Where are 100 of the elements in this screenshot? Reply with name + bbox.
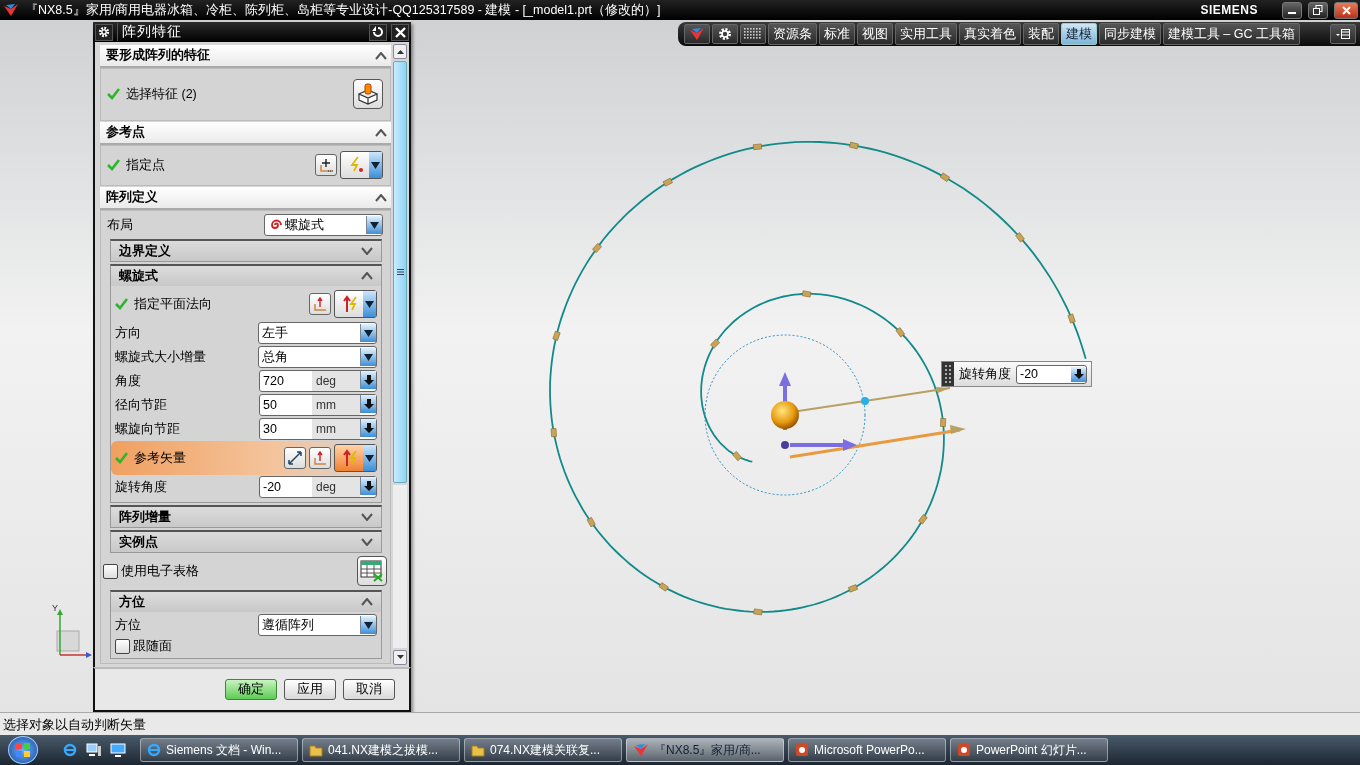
browser-icon: [63, 743, 77, 757]
group-header[interactable]: 方位: [111, 592, 381, 612]
windows-logo-icon: [15, 742, 31, 758]
minimize-button[interactable]: [1282, 1, 1302, 19]
nx-logo-button[interactable]: [683, 24, 710, 44]
expand-icon[interactable]: [361, 538, 373, 546]
scroll-down-icon[interactable]: [396, 655, 404, 660]
dialog-button[interactable]: 确定: [225, 679, 277, 700]
dialog-button[interactable]: 应用: [284, 679, 336, 700]
reverse-direction-button[interactable]: [284, 447, 306, 469]
group-header[interactable]: 阵列增量: [111, 507, 381, 527]
down-arrow-icon: [1073, 369, 1084, 379]
reset-icon: [372, 26, 384, 38]
section-title: 阵列定义: [106, 189, 158, 206]
collapse-icon[interactable]: [375, 51, 387, 60]
group-title: 方位: [119, 593, 145, 611]
grip-icon: [396, 269, 404, 275]
select-feature-button[interactable]: [353, 79, 383, 109]
group-title: 边界定义: [119, 242, 171, 260]
group-header[interactable]: 实例点: [111, 532, 381, 552]
taskbar-button[interactable]: 041.NX建模之拔模...: [302, 738, 460, 762]
group-header[interactable]: 边界定义: [111, 241, 381, 261]
toolbar-tab[interactable]: 视图: [856, 23, 893, 45]
taskbar-button[interactable]: 『NX8.5』家用/商...: [626, 738, 784, 762]
computer-icon: [86, 743, 102, 757]
taskbar-button[interactable]: Microsoft PowerPo...: [788, 738, 946, 762]
section-header[interactable]: 阵列定义: [100, 187, 391, 210]
section-header[interactable]: 要形成阵列的特征: [100, 45, 391, 68]
checkbox-label: 跟随面: [133, 637, 173, 655]
field-label: 螺旋式大小增量: [115, 348, 207, 366]
folder-icon: [309, 743, 323, 757]
slides-icon: [957, 743, 971, 757]
app-logo-icon: [633, 743, 649, 757]
inferred-vector-button[interactable]: [334, 444, 377, 472]
reset-button[interactable]: [369, 23, 387, 41]
checkbox-label: 使用电子表格: [121, 562, 200, 580]
dropdown-arrow-icon: [365, 300, 374, 308]
spreadsheet-icon: [360, 560, 384, 582]
vector-dialog-icon: [312, 450, 328, 466]
expand-icon[interactable]: [361, 513, 373, 521]
axis-label: Y: [52, 603, 58, 613]
axis-triad-drawing: [56, 609, 92, 658]
point-dialog-icon: [318, 157, 334, 173]
drag-handle-icon[interactable]: [942, 362, 954, 386]
dot-grid-icon: [743, 28, 762, 40]
taskbar-button[interactable]: Siemens 文档 - Win...: [140, 738, 298, 762]
inferred-vector-button[interactable]: [334, 290, 377, 318]
toolbar-tab[interactable]: 标准: [818, 23, 855, 45]
vector-dialog-button[interactable]: [309, 293, 331, 315]
dropdown[interactable]: 左手: [258, 322, 377, 344]
reverse-direction-icon: [287, 450, 303, 466]
toolbar-tab[interactable]: 建模: [1060, 23, 1097, 45]
inferred-point-button[interactable]: [340, 151, 383, 179]
section-title: 要形成阵列的特征: [106, 47, 210, 64]
collapse-icon[interactable]: [375, 128, 387, 137]
settings-icon: [98, 26, 110, 38]
section-title: 参考点: [106, 124, 145, 141]
toolbar-tab[interactable]: 建模工具 – GC 工具箱: [1162, 23, 1300, 45]
vector-dialog-icon: [312, 296, 328, 312]
dropdown[interactable]: 遵循阵列: [258, 614, 377, 636]
selection-row[interactable]: 指定平面法向: [111, 287, 381, 321]
toolbar-tab[interactable]: 实用工具: [894, 23, 957, 45]
toolbar-tab[interactable]: 真实着色: [958, 23, 1021, 45]
close-icon: [394, 26, 406, 38]
start-button[interactable]: [8, 736, 38, 764]
toolbar-tab[interactable]: 资源条: [767, 23, 817, 45]
section-header[interactable]: 参考点: [100, 122, 391, 145]
expand-icon[interactable]: [361, 247, 373, 255]
taskbar-button[interactable]: PowerPoint 幻灯片...: [950, 738, 1108, 762]
spreadsheet-button[interactable]: [357, 556, 387, 586]
scroll-up-icon[interactable]: [396, 49, 404, 54]
point-dialog-button[interactable]: [315, 154, 337, 176]
close-button[interactable]: [1334, 1, 1358, 19]
settings-button[interactable]: [95, 23, 113, 41]
close-button[interactable]: [391, 23, 409, 41]
toolbar-tab[interactable]: 同步建模: [1098, 23, 1161, 45]
collapse-icon[interactable]: [361, 272, 373, 280]
group-header[interactable]: 螺旋式: [111, 266, 381, 286]
dropdown[interactable]: 总角: [258, 346, 377, 368]
dropdown-arrow-icon: [371, 161, 380, 169]
toolbar-tab[interactable]: 装配: [1022, 23, 1059, 45]
input-field[interactable]: -20: [1016, 364, 1087, 384]
checkbox[interactable]: [103, 563, 118, 579]
checkbox[interactable]: [115, 638, 130, 654]
dropdown[interactable]: 螺旋式: [264, 214, 383, 236]
field-label: 角度: [115, 372, 142, 390]
vector-dialog-button[interactable]: [309, 447, 331, 469]
collapse-icon[interactable]: [375, 193, 387, 202]
collapse-icon[interactable]: [361, 598, 373, 606]
restore-button[interactable]: [1308, 1, 1328, 19]
field-label: 方向: [115, 324, 142, 342]
taskbar-button[interactable]: 074.NX建模关联复...: [464, 738, 622, 762]
grid-button[interactable]: [739, 24, 766, 44]
selection-label: 参考矢量: [134, 449, 187, 467]
menu-button[interactable]: [1330, 24, 1356, 44]
field-label: 旋转角度: [115, 478, 168, 496]
settings-button[interactable]: [711, 24, 738, 44]
dialog-button[interactable]: 取消: [343, 679, 395, 700]
folder-icon: [471, 743, 485, 757]
scrollbar[interactable]: [393, 44, 407, 665]
